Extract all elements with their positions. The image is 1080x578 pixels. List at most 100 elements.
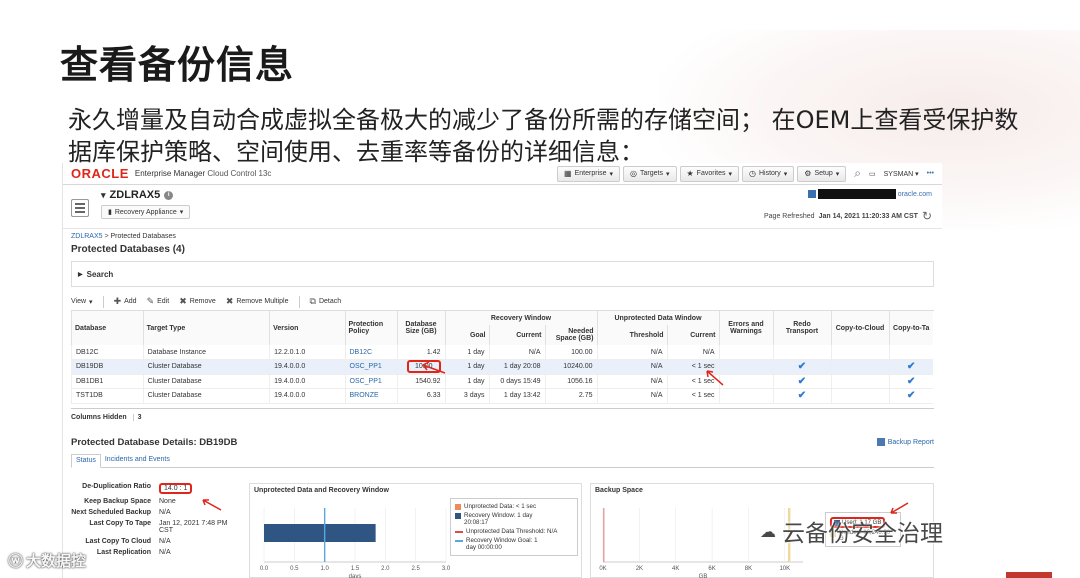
breadcrumb-current: Protected Databases xyxy=(110,233,176,240)
nav-enterprise[interactable]: ▦ Enterprise ▾ xyxy=(557,165,621,182)
cell-database: DB19DB xyxy=(71,359,144,375)
used-bar xyxy=(603,508,605,562)
nav-setup[interactable]: ⚙ Setup ▾ xyxy=(797,165,847,182)
nav-favorites[interactable]: ★ Favorites ▾ xyxy=(679,165,739,182)
col-copy-cloud[interactable]: Copy-to-Cloud xyxy=(830,311,889,345)
table-toolbar: View ▾ ✚ Add ✎ Edit ✖ Remove ✖ Remove Multip… xyxy=(71,295,934,311)
cell-policy-link[interactable]: DB12C xyxy=(344,345,397,360)
view-menu[interactable]: View ▾ xyxy=(71,298,93,306)
col-database[interactable]: Database xyxy=(71,311,144,345)
table-row[interactable]: DB1DB1 Cluster Database 19.4.0.0.0 OSC_P… xyxy=(71,374,933,389)
col-current-unprotected[interactable]: Current xyxy=(666,325,719,345)
field-last-copy-to-cloud: Last Copy To Cloud N/A xyxy=(85,538,171,545)
col-target-type[interactable]: Target Type xyxy=(142,311,270,345)
cell-version: 19.4.0.0.0 xyxy=(269,374,345,389)
cell-current-unprotected: < 1 sec xyxy=(666,359,719,375)
table-row[interactable]: TST1DB Cluster Database 19.4.0.0.0 BRONZ… xyxy=(71,388,933,404)
tick-label: 2.5 xyxy=(411,566,420,572)
product-title: Enterprise Manager Cloud Control 13c xyxy=(134,169,272,178)
target-menu[interactable]: ▮ Recovery Appliance ▾ xyxy=(101,205,191,219)
cell-policy-link[interactable]: OSC_PP1 xyxy=(344,374,397,389)
backup-report-link[interactable]: Backup Report xyxy=(876,437,934,448)
page-title: Protected Databases (4) xyxy=(71,244,185,255)
cell-goal: 1 day xyxy=(444,374,489,389)
col-current[interactable]: Current xyxy=(488,325,545,345)
pencil-icon: ✎ xyxy=(146,296,155,306)
cell-threshold: N/A xyxy=(596,388,667,404)
report-icon xyxy=(876,438,885,446)
cell-threshold: N/A xyxy=(596,374,667,389)
col-size[interactable]: Database Size (GB) xyxy=(396,311,445,345)
col-goal[interactable]: Goal xyxy=(444,325,489,345)
cell-target-type: Cluster Database xyxy=(142,359,270,375)
table-row[interactable]: DB12C Database Instance 12.2.0.1.0 DB12C… xyxy=(71,345,933,360)
cell-copy-cloud xyxy=(830,359,889,375)
cell-goal: 3 days xyxy=(444,388,489,404)
col-redo[interactable]: Redo Transport xyxy=(772,311,831,345)
table-row-selected[interactable]: DB19DB Cluster Database 19.4.0.0.0 OSC_P… xyxy=(71,359,933,375)
unprotected-legend: Unprotected Data: < 1 sec Recovery Windo… xyxy=(450,498,578,556)
legend-item: Unprotected Data Threshold: N/A xyxy=(455,528,573,535)
check-icon: ✔ xyxy=(888,359,933,375)
cell-needed: 10240.00 xyxy=(544,359,597,375)
col-errors[interactable]: Errors and Warnings xyxy=(718,311,773,345)
search-panel[interactable]: ▶ Search xyxy=(71,261,934,287)
host-icon xyxy=(807,190,816,198)
unprotected-chart: 0.0 0.5 1.0 1.5 2.0 2.5 3.0 days xyxy=(260,508,451,578)
legend-swatch xyxy=(455,540,463,542)
tick-label: 0.5 xyxy=(290,566,299,572)
tick-label: 0K xyxy=(599,566,606,572)
cell-needed: 2.75 xyxy=(544,388,597,404)
user-menu[interactable]: SYSMAN ▾ xyxy=(884,170,919,178)
check-icon: ✔ xyxy=(772,374,831,389)
account-info: oracle.com xyxy=(764,189,932,199)
col-copy-tape[interactable]: Copy-to-Ta xyxy=(888,311,933,345)
cell-needed: 1056.16 xyxy=(544,374,597,389)
tab-incidents-events[interactable]: Incidents and Events xyxy=(101,454,174,467)
col-needed[interactable]: Needed Space (GB) xyxy=(544,325,597,345)
nav-targets[interactable]: ◎ Targets ▾ xyxy=(623,165,677,182)
cell-size: 1540.92 xyxy=(396,374,445,389)
cell-threshold: N/A xyxy=(596,345,667,360)
search-icon[interactable]: ⌕ xyxy=(854,166,861,181)
red-highlight-box: 10.00 xyxy=(406,360,441,374)
cell-redo xyxy=(772,345,831,360)
edit-button[interactable]: ✎ Edit xyxy=(147,296,170,307)
refresh-icon[interactable]: ↻ xyxy=(922,209,932,223)
info-icon[interactable]: i xyxy=(164,190,174,200)
cell-current-unprotected: N/A xyxy=(666,345,719,360)
cell-current-unprotected: < 1 sec xyxy=(666,374,719,389)
slide-title: 查看备份信息 xyxy=(60,43,295,87)
nav-history[interactable]: ◷ History ▾ xyxy=(741,165,795,182)
tick-label: 2K xyxy=(636,566,643,572)
cell-policy-link[interactable]: OSC_PP1 xyxy=(344,359,397,375)
field-dedup-ratio: De-Duplication Ratio 14.0 : 1 xyxy=(71,483,251,494)
tick-label: 1.5 xyxy=(351,566,360,572)
cell-policy-link[interactable]: BRONZE xyxy=(344,388,397,404)
target-header: ▾ ZDLRAX5 i ▮ Recovery Appliance ▾ oracl… xyxy=(63,185,942,229)
tick-label: 3.0 xyxy=(442,566,451,572)
detach-button[interactable]: ⧉ Detach xyxy=(310,296,342,307)
add-button[interactable]: ✚ Add xyxy=(114,296,137,307)
cell-size: 6.33 xyxy=(396,388,445,404)
tab-status[interactable]: Status xyxy=(71,453,101,468)
cell-needed: 100.00 xyxy=(544,345,597,360)
remove-multiple-button[interactable]: ✖ Remove Multiple xyxy=(226,296,289,307)
col-threshold[interactable]: Threshold xyxy=(596,325,667,345)
legend-swatch xyxy=(455,531,463,533)
chevron-down-icon: ▾ xyxy=(728,170,732,178)
watermark-left: ⓦ 大数据控 xyxy=(8,550,86,571)
remove-button[interactable]: ✖ Remove xyxy=(179,296,216,307)
col-policy[interactable]: Protection Policy xyxy=(344,311,397,345)
field-last-copy-to-tape: Last Copy To Tape Jan 12, 2021 7:48 PM C… xyxy=(89,520,228,534)
cell-copy-cloud xyxy=(830,374,889,389)
target-name: ▾ ZDLRAX5 i xyxy=(101,189,190,201)
cell-database: DB1DB1 xyxy=(71,374,144,389)
col-version[interactable]: Version xyxy=(269,311,345,345)
more-menu[interactable]: ••• xyxy=(927,170,934,177)
tick-label: 4K xyxy=(672,566,679,572)
chevron-down-icon: ▾ xyxy=(665,170,670,178)
expand-triangle-icon[interactable]: ▾ xyxy=(101,190,106,201)
red-highlight-box: 14.0 : 1 xyxy=(159,483,193,494)
breadcrumb-link[interactable]: ZDLRAX5 xyxy=(71,233,103,240)
